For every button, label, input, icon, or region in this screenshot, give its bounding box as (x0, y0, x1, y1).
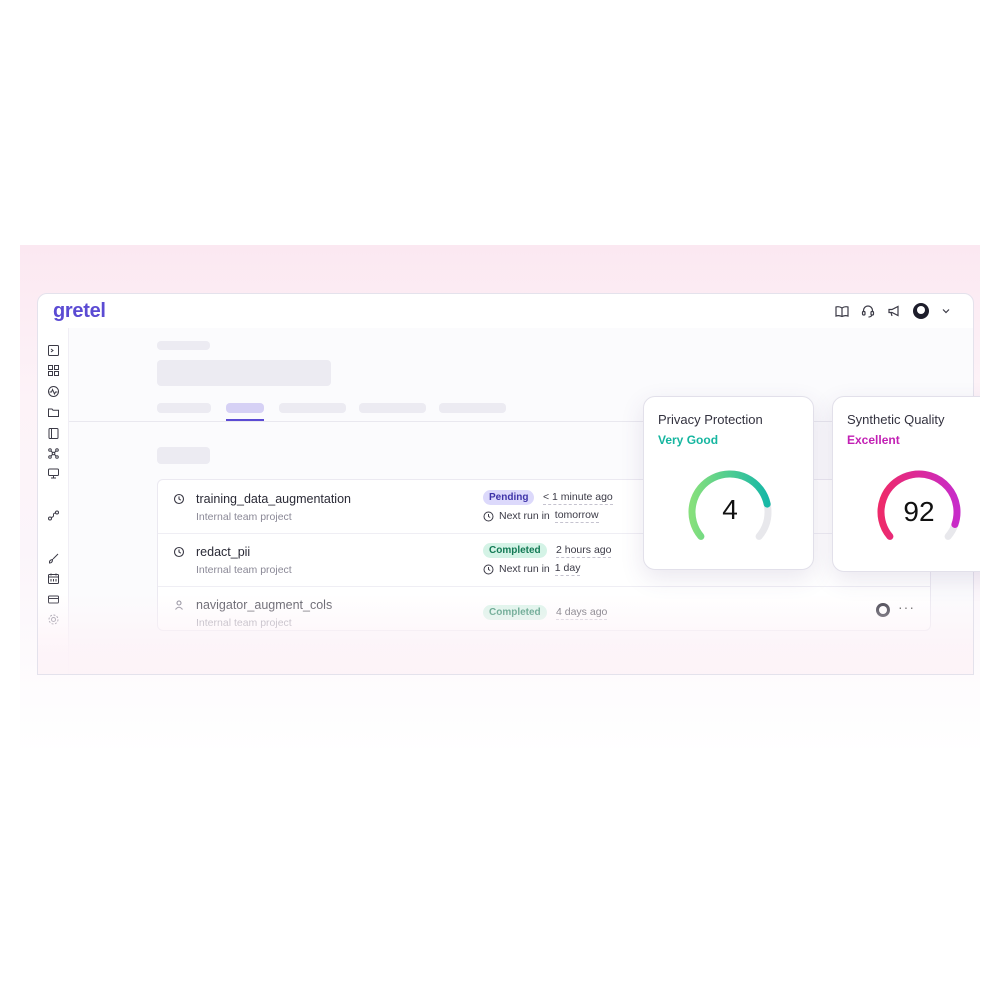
status-badge: Completed (483, 605, 547, 620)
status-time: < 1 minute ago (543, 491, 613, 505)
page-title-placeholder (157, 360, 331, 386)
status-time: 4 days ago (556, 606, 608, 620)
clock-icon (483, 564, 494, 574)
sidebar (38, 328, 69, 674)
privacy-protection-card: Privacy Protection Very Good 4 (643, 396, 814, 570)
card-title: Privacy Protection (658, 412, 763, 427)
folder-icon[interactable] (48, 407, 59, 418)
card-rating: Very Good (658, 433, 719, 447)
headset-icon[interactable] (861, 304, 875, 318)
schedule-icon (173, 493, 185, 505)
more-options-button[interactable]: ··· (898, 599, 915, 615)
section-heading-placeholder (157, 447, 210, 464)
user-icon (175, 600, 183, 610)
chevron-down-icon[interactable] (941, 306, 951, 316)
workflow-name[interactable]: training_data_augmentation (196, 492, 351, 506)
tab-placeholder-5[interactable] (439, 403, 506, 413)
tab-placeholder-3[interactable] (279, 403, 346, 413)
route-icon[interactable] (48, 510, 59, 521)
schedule-icon (173, 546, 185, 558)
card-rating: Excellent (847, 433, 900, 447)
gauge-score: 92 (903, 496, 934, 527)
notebook-icon[interactable] (48, 428, 59, 439)
next-run: Next run in 1 day (483, 562, 581, 576)
owner-avatar[interactable] (876, 603, 890, 617)
tab-placeholder-4[interactable] (359, 403, 426, 413)
clock-icon (483, 511, 494, 521)
workflow-project: Internal team project (196, 511, 292, 523)
gretel-logo[interactable]: gretel (53, 300, 106, 323)
table-row[interactable]: navigator_augment_cols Internal team pro… (158, 586, 930, 630)
workflow-list: training_data_augmentation Internal team… (157, 479, 931, 631)
activity-icon[interactable] (48, 386, 59, 397)
terminal-icon[interactable] (48, 345, 59, 356)
status-badge: Completed (483, 543, 547, 558)
next-run-prefix: Next run in (499, 563, 550, 575)
book-icon[interactable] (835, 304, 849, 318)
privacy-gauge: 4 (688, 470, 772, 540)
status-time: 2 hours ago (556, 544, 612, 558)
top-actions (835, 303, 951, 319)
tab-placeholder-active[interactable] (226, 403, 264, 413)
network-icon[interactable] (48, 448, 59, 459)
workflow-project: Internal team project (196, 617, 292, 629)
table-row[interactable]: training_data_augmentation Internal team… (158, 480, 930, 534)
status-badge: Pending (483, 490, 535, 505)
next-run-value: tomorrow (554, 509, 599, 523)
workflow-project: Internal team project (196, 564, 292, 576)
next-run: Next run in tomorrow (483, 509, 599, 523)
grid-icon[interactable] (48, 365, 59, 376)
megaphone-icon[interactable] (887, 304, 901, 318)
calendar-icon[interactable] (48, 573, 59, 584)
breadcrumb-placeholder (157, 341, 210, 350)
next-run-prefix: Next run in (499, 510, 550, 522)
settings-icon[interactable] (48, 614, 59, 625)
brush-icon[interactable] (48, 553, 59, 564)
workflow-name[interactable]: redact_pii (196, 545, 250, 559)
tab-placeholder-1[interactable] (157, 403, 211, 413)
monitor-icon[interactable] (48, 468, 59, 479)
card-icon[interactable] (48, 594, 59, 605)
synthetic-quality-card: Synthetic Quality Excellent 92 (832, 396, 980, 572)
gauge-score: 4 (722, 494, 738, 525)
user-avatar[interactable] (913, 303, 929, 319)
top-bar: gretel (38, 294, 973, 328)
card-title: Synthetic Quality (847, 412, 945, 427)
workflow-name[interactable]: navigator_augment_cols (196, 598, 332, 612)
table-row[interactable]: redact_pii Internal team project Complet… (158, 533, 930, 587)
hero-background: gretel training_data_augmentation Intern… (20, 245, 980, 755)
next-run-value: 1 day (554, 562, 581, 576)
quality-gauge: 92 (877, 470, 961, 540)
